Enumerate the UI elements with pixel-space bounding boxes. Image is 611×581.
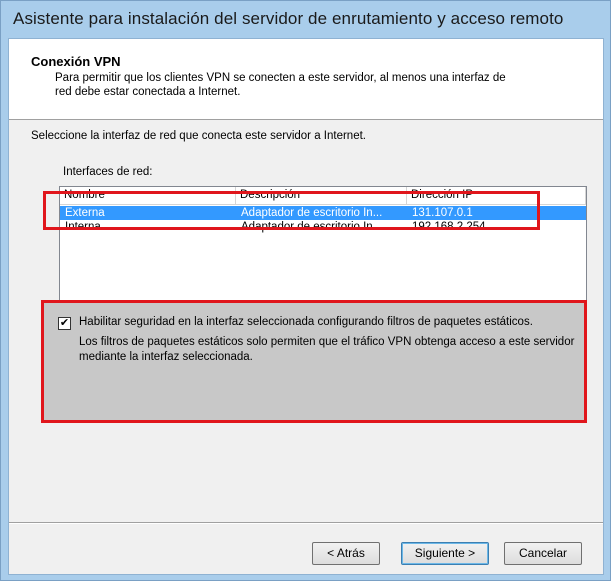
wizard-window: Asistente para instalación del servidor …	[0, 0, 611, 581]
back-button[interactable]: < Atrás	[312, 542, 380, 565]
instruction-text: Seleccione la interfaz de red que conect…	[31, 130, 366, 142]
next-button[interactable]: Siguiente >	[401, 542, 489, 565]
highlight-box-security-option	[41, 300, 587, 423]
interfaces-label: Interfaces de red:	[63, 166, 153, 178]
footer-divider	[9, 522, 603, 524]
wizard-header: Conexión VPN Para permitir que los clien…	[9, 39, 603, 120]
window-title: Asistente para instalación del servidor …	[13, 9, 564, 28]
wizard-body: Conexión VPN Para permitir que los clien…	[8, 38, 604, 575]
highlight-box-selected-row	[43, 191, 540, 230]
page-title: Conexión VPN	[31, 54, 121, 69]
cancel-button[interactable]: Cancelar	[504, 542, 582, 565]
page-description: Para permitir que los clientes VPN se co…	[55, 72, 506, 98]
title-bar[interactable]: Asistente para instalación del servidor …	[1, 1, 610, 37]
